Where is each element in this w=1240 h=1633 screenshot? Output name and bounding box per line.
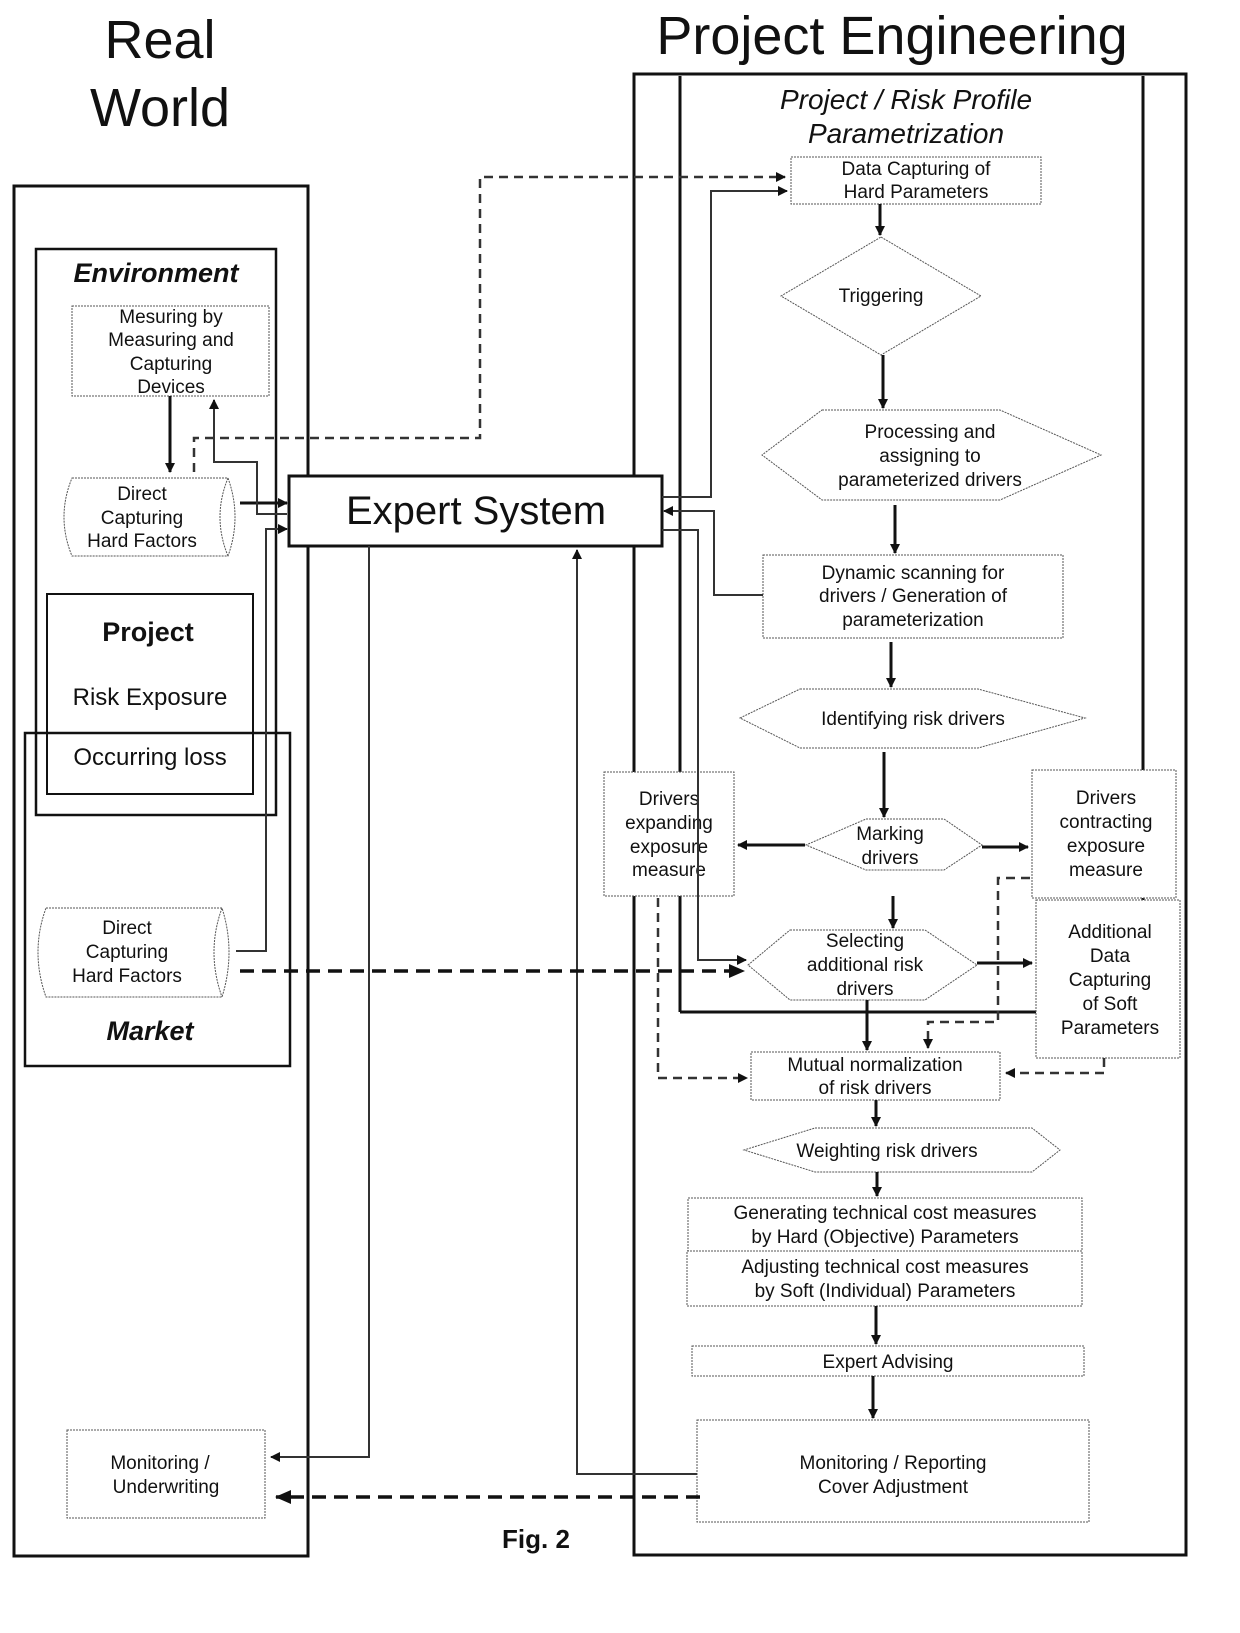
- box-line: Marking: [856, 824, 924, 845]
- expert-system-label: Expert System: [346, 489, 606, 533]
- direct-capturing-line: Direct: [102, 918, 152, 939]
- connector: [270, 546, 370, 1462]
- box-line: Data: [1090, 946, 1131, 967]
- dashed-connector: [192, 172, 786, 472]
- box-line: Identifying risk drivers: [821, 709, 1005, 730]
- measuring-devices-box: Mesuring by Measuring and Capturing Devi…: [71, 305, 270, 398]
- adjusting-box: Adjusting technical cost measures by Sof…: [686, 1250, 1083, 1307]
- measuring-line: Devices: [137, 377, 205, 398]
- box-line: Parameters: [1061, 1018, 1159, 1039]
- monitoring-underwriting-line: Monitoring /: [110, 1453, 210, 1474]
- measuring-line: Mesuring by: [119, 307, 223, 328]
- real-world-title-line2: World: [90, 78, 230, 138]
- box-line: Drivers: [1076, 788, 1136, 809]
- monitoring-underwriting-box: Monitoring / Underwriting: [66, 1429, 266, 1519]
- direct-capturing-env-storage: Direct Capturing Hard Factors: [63, 477, 236, 557]
- box-line: Drivers: [639, 789, 699, 810]
- weighting-hexagon: Weighting risk drivers: [742, 1127, 1061, 1173]
- direct-capturing-line: Hard Factors: [72, 966, 182, 987]
- monitoring-reporting-box: Monitoring / Reporting Cover Adjustment: [696, 1419, 1090, 1523]
- box-line: Triggering: [839, 286, 924, 307]
- data-capturing-hard-box: Data Capturing of Hard Parameters: [790, 156, 1042, 205]
- direct-capturing-market-storage: Direct Capturing Hard Factors: [37, 907, 230, 998]
- project-engineering-title: Project Engineering: [656, 6, 1127, 66]
- expert-advising-box: Expert Advising: [691, 1345, 1085, 1377]
- box-line: Additional: [1068, 922, 1151, 943]
- box-line: Adjusting technical cost measures: [741, 1257, 1028, 1278]
- box-line: of risk drivers: [819, 1078, 932, 1099]
- box-line: by Soft (Individual) Parameters: [755, 1281, 1016, 1302]
- box-line: Processing and: [865, 422, 996, 443]
- box-line: Dynamic scanning for: [822, 563, 1005, 584]
- connector: [236, 524, 288, 952]
- measuring-line: Measuring and: [108, 330, 234, 351]
- market-label: Market: [106, 1016, 194, 1046]
- measuring-line: Capturing: [130, 354, 212, 375]
- risk-exposure-label: Risk Exposure: [73, 684, 228, 711]
- additional-soft-box: Additional Data Capturing of Soft Parame…: [1035, 899, 1181, 1059]
- box-line: Hard Parameters: [844, 182, 989, 203]
- box-line: drivers / Generation of: [819, 586, 1008, 607]
- box-line: exposure: [630, 837, 708, 858]
- direct-capturing-line: Hard Factors: [87, 531, 197, 552]
- box-line: parameterized drivers: [838, 470, 1022, 491]
- environment-label: Environment: [73, 258, 239, 288]
- direct-capturing-line: Capturing: [86, 942, 168, 963]
- mutual-normalization-box: Mutual normalization of risk drivers: [750, 1051, 1001, 1101]
- processing-hexagon: Processing and assigning to parameterize…: [761, 409, 1103, 501]
- box-line: of Soft: [1083, 994, 1139, 1015]
- occurring-loss-label: Occurring loss: [73, 744, 226, 771]
- dashed-connector: [656, 898, 748, 1083]
- selecting-hexagon: Selecting additional risk drivers: [747, 929, 978, 1001]
- box-line: assigning to: [879, 446, 980, 467]
- monitoring-underwriting-line: Underwriting: [113, 1477, 220, 1498]
- dynamic-scanning-box: Dynamic scanning for drivers / Generatio…: [762, 554, 1064, 639]
- box-line: Generating technical cost measures: [733, 1203, 1036, 1224]
- box-line: Monitoring / Reporting: [800, 1453, 987, 1474]
- marking-diamond: Marking drivers: [804, 818, 983, 871]
- box-line: additional risk: [807, 955, 924, 976]
- box-line: by Hard (Objective) Parameters: [751, 1227, 1018, 1248]
- box-line: expanding: [625, 813, 713, 834]
- identifying-hexagon: Identifying risk drivers: [738, 688, 1087, 749]
- box-line: Mutual normalization: [787, 1055, 962, 1076]
- box-line: exposure: [1067, 836, 1145, 857]
- box-line: Selecting: [826, 931, 904, 952]
- box-line: measure: [1069, 860, 1143, 881]
- box-line: Expert Advising: [823, 1352, 954, 1373]
- drivers-expanding-box: Drivers expanding exposure measure: [603, 771, 735, 897]
- flow-diagram: Real World Project Engineering Project /…: [12, 6, 1188, 1558]
- box-line: Capturing: [1069, 970, 1151, 991]
- drivers-contracting-box: Drivers contracting exposure measure: [1031, 769, 1177, 899]
- box-line: Cover Adjustment: [818, 1477, 969, 1498]
- box-line: measure: [632, 860, 706, 881]
- project-label: Project: [102, 617, 194, 647]
- parametrization-title-line1: Project / Risk Profile: [780, 84, 1032, 115]
- triggering-diamond: Triggering: [780, 236, 982, 356]
- generating-box: Generating technical cost measures by Ha…: [687, 1197, 1083, 1252]
- box-line: Data Capturing of: [842, 159, 992, 180]
- dashed-connector: [1005, 1058, 1106, 1078]
- box-line: parameterization: [842, 610, 984, 631]
- direct-capturing-line: Direct: [117, 484, 167, 505]
- box-line: contracting: [1060, 812, 1153, 833]
- parametrization-title-line2: Parametrization: [808, 118, 1004, 149]
- box-line: drivers: [861, 848, 918, 869]
- figure-caption: Fig. 2: [502, 1524, 570, 1554]
- box-line: drivers: [836, 979, 893, 1000]
- box-line: Weighting risk drivers: [796, 1141, 977, 1162]
- direct-capturing-line: Capturing: [101, 508, 183, 529]
- real-world-title-line1: Real: [104, 10, 215, 70]
